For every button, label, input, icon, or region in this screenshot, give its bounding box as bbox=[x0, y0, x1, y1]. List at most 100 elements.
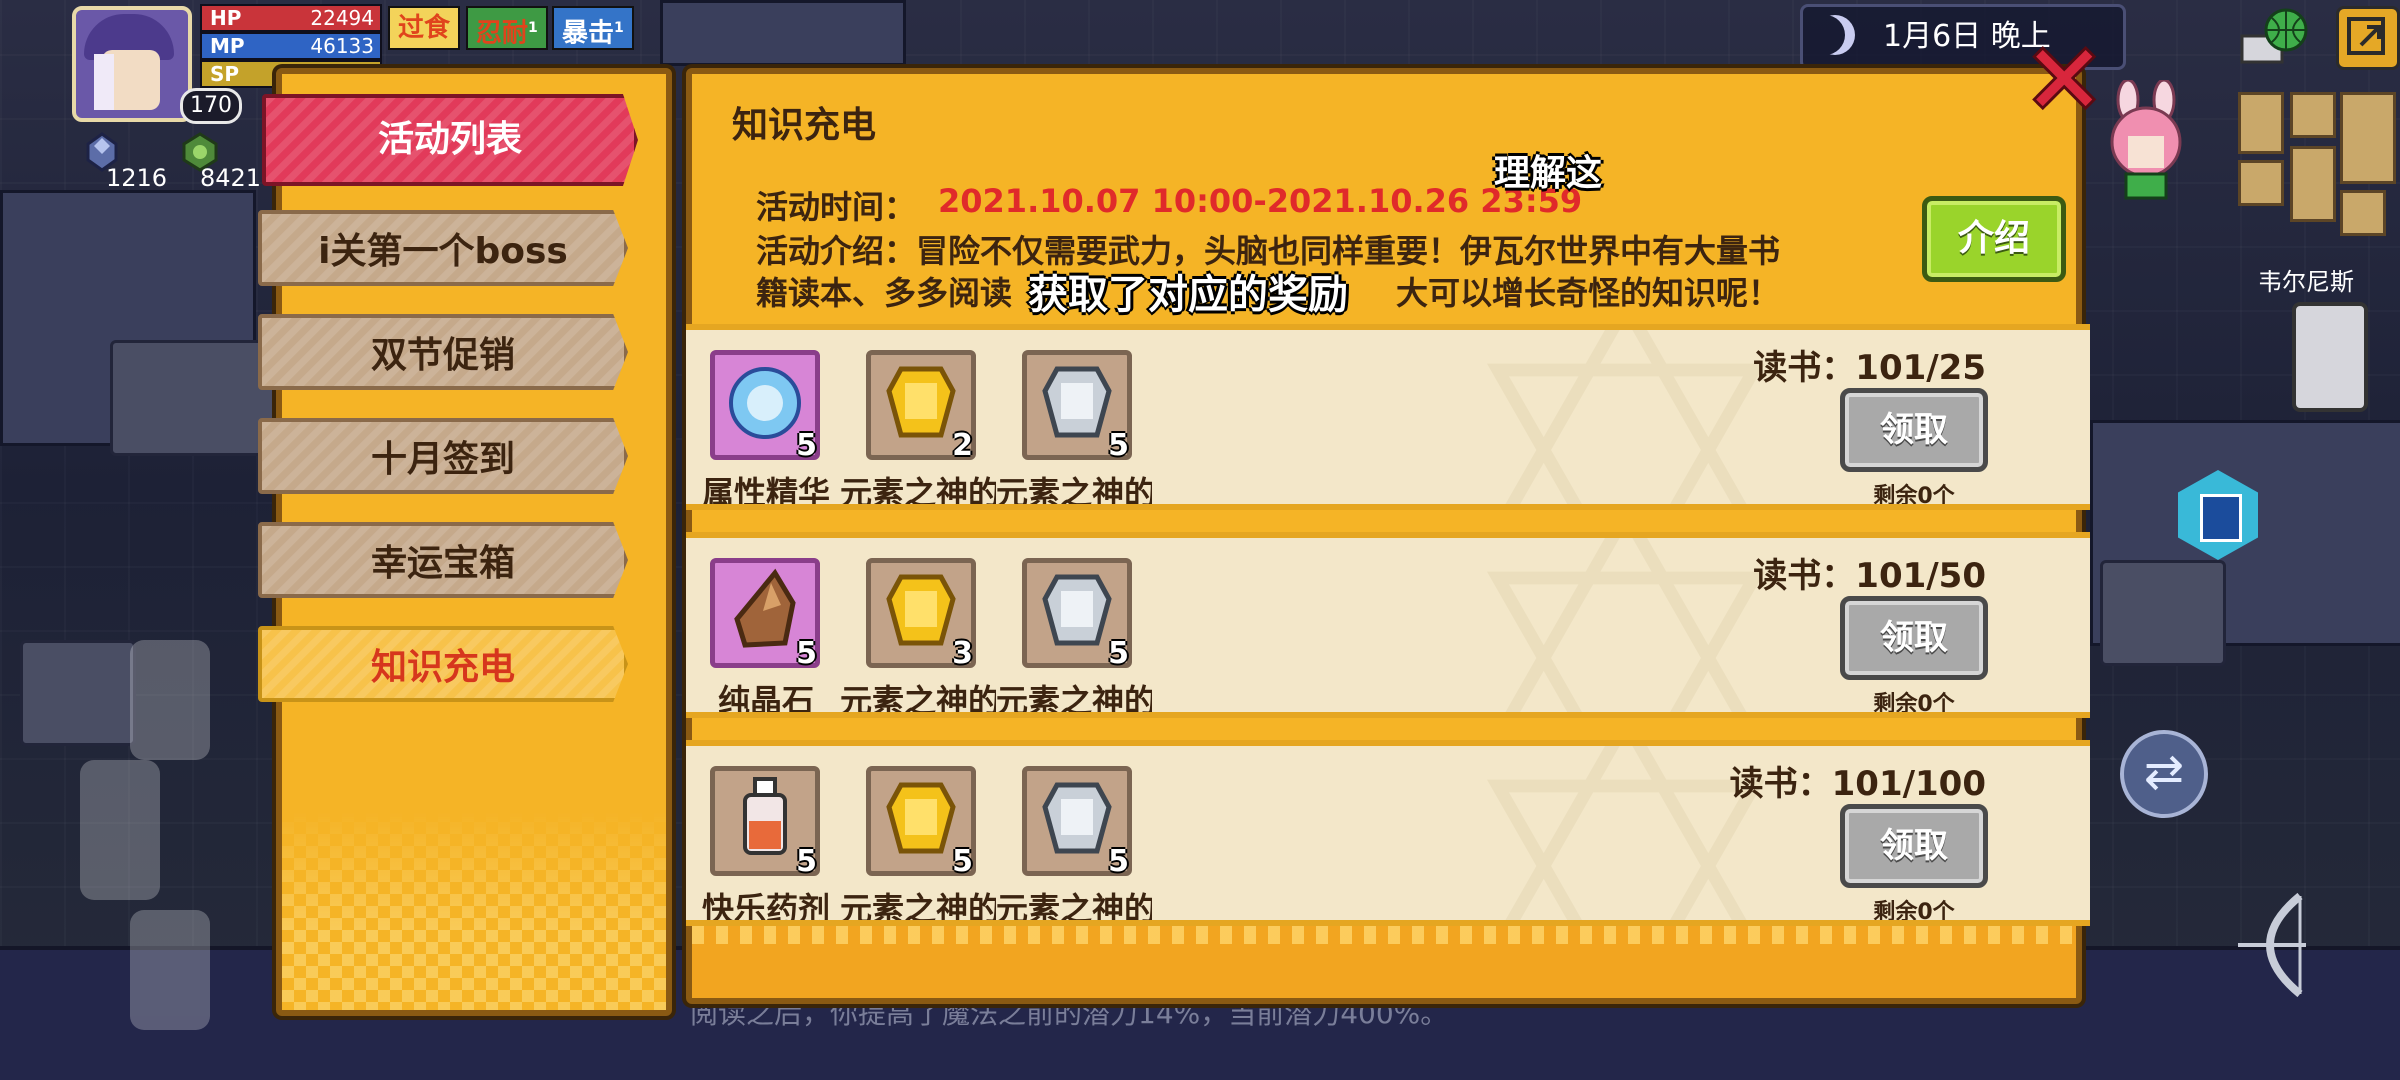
buff-crit-count: 1 bbox=[614, 20, 624, 36]
reward-name: 纯晶石 bbox=[717, 682, 814, 718]
menu-item-label: 双节促销 bbox=[370, 335, 515, 376]
reward-count: 2 bbox=[952, 428, 973, 463]
menu-header-label: 活动列表 bbox=[377, 119, 522, 160]
background-bench bbox=[110, 340, 276, 456]
moon-icon bbox=[1815, 15, 1855, 55]
event-time-value: 2021.10.07 10:00-2021.10.26 23:59 bbox=[938, 182, 1583, 220]
buff-endure[interactable]: 忍耐1 bbox=[466, 6, 548, 50]
network-globe-icon[interactable] bbox=[2240, 6, 2310, 66]
minimap-room bbox=[2340, 190, 2386, 236]
menu-item-label: i关第一个boss bbox=[318, 231, 568, 272]
event-time-label: 活动时间： bbox=[756, 188, 917, 226]
hp-label: HP bbox=[210, 6, 242, 30]
hp-bar: HP 22494 bbox=[200, 4, 382, 32]
reward-name: 元素之神的 bbox=[840, 474, 996, 510]
reward-slot[interactable]: 5 bbox=[1022, 558, 1132, 671]
reward-count: 3 bbox=[952, 636, 973, 671]
background-wall bbox=[660, 0, 906, 66]
buff-endure-label: 忍耐 bbox=[476, 18, 529, 49]
crystal-count: 1216 bbox=[106, 164, 168, 192]
gem-count: 8421 bbox=[200, 164, 262, 192]
remaining-count: 剩余0个 bbox=[1873, 484, 1955, 509]
task-progress: 读书：101/25 bbox=[1753, 348, 1986, 388]
minimap-room bbox=[2290, 92, 2336, 138]
reward-count: 5 bbox=[796, 844, 817, 879]
reward-slot[interactable]: 2 bbox=[866, 350, 976, 463]
level-badge: 170 bbox=[180, 88, 242, 124]
reward-slot[interactable]: 3 bbox=[866, 558, 976, 671]
reward-name: 元素之神的 bbox=[996, 474, 1152, 510]
buff-crit[interactable]: 暴击1 bbox=[552, 6, 634, 50]
intro-button[interactable]: 介绍 bbox=[1922, 196, 2066, 282]
menu-item-october-checkin[interactable]: 十月签到 bbox=[258, 418, 628, 494]
mp-value: 46133 bbox=[310, 34, 374, 58]
reward-count: 5 bbox=[952, 844, 973, 879]
buff-overeat-label: 过食 bbox=[398, 13, 451, 43]
buff-crit-label: 暴击 bbox=[562, 18, 615, 49]
task-row: 5 快乐药剂 5 元素之神的 5 元素之神的 读书：101/100 领取 剩余0… bbox=[686, 740, 2090, 926]
claim-button[interactable]: 领取 bbox=[1840, 388, 1988, 472]
reward-slot[interactable]: 5 bbox=[1022, 766, 1132, 879]
claim-button[interactable]: 领取 bbox=[1840, 804, 1988, 888]
dpad-up[interactable] bbox=[130, 640, 210, 760]
dpad-down[interactable] bbox=[130, 910, 210, 1030]
panel-bottom-trim bbox=[692, 926, 2076, 998]
reward-count: 5 bbox=[1108, 428, 1129, 463]
star-watermark-icon bbox=[1486, 330, 1766, 504]
menu-header-event-list: 活动列表 bbox=[262, 94, 638, 186]
phone-icon[interactable] bbox=[2292, 302, 2368, 412]
video-subtitle-middle: 获取了对应的奖励 bbox=[1028, 272, 1348, 318]
close-icon[interactable]: ✕ bbox=[2024, 32, 2104, 128]
star-watermark-icon bbox=[1486, 538, 1766, 712]
reward-slot[interactable]: 5 bbox=[710, 350, 820, 463]
reward-slot[interactable]: 5 bbox=[710, 766, 820, 879]
menu-item-label: 知识充电 bbox=[370, 647, 515, 688]
minimap-room bbox=[2238, 92, 2284, 154]
reward-count: 5 bbox=[796, 428, 817, 463]
reward-name: 快乐药剂 bbox=[701, 890, 830, 926]
minimap-room bbox=[2290, 146, 2336, 222]
reward-count: 5 bbox=[1108, 636, 1129, 671]
avatar-hair bbox=[94, 54, 114, 110]
task-progress: 读书：101/50 bbox=[1753, 556, 1986, 596]
menu-item-lucky-chest[interactable]: 幸运宝箱 bbox=[258, 522, 628, 598]
swap-weapon-button[interactable]: ⇄ bbox=[2120, 730, 2208, 818]
reward-name: 属性精华 bbox=[701, 474, 830, 510]
npc-name-label: 韦尔尼斯 bbox=[2258, 268, 2354, 296]
dpad-left[interactable] bbox=[80, 760, 160, 900]
remaining-count: 剩余0个 bbox=[1873, 692, 1955, 717]
menu-item-first-boss[interactable]: i关第一个boss bbox=[258, 210, 628, 286]
npc-bunny-girl-icon[interactable] bbox=[2098, 80, 2196, 200]
buff-endure-count: 1 bbox=[528, 20, 538, 36]
reward-name: 元素之神的 bbox=[996, 890, 1152, 926]
menu-item-double-festival-sale[interactable]: 双节促销 bbox=[258, 314, 628, 390]
menu-item-knowledge-charge[interactable]: 知识充电 bbox=[258, 626, 628, 702]
minimap-room bbox=[2238, 160, 2284, 206]
reward-name: 元素之神的 bbox=[840, 890, 996, 926]
fullscreen-button[interactable] bbox=[2336, 6, 2400, 70]
mp-bar: MP 46133 bbox=[200, 32, 382, 60]
video-subtitle-top: 理解这 bbox=[1494, 153, 1603, 194]
background-bench bbox=[2100, 560, 2226, 666]
reward-count: 5 bbox=[796, 636, 817, 671]
reward-count: 5 bbox=[1108, 844, 1129, 879]
event-title: 知识充电 bbox=[732, 105, 877, 146]
buff-overeat[interactable]: 过食 bbox=[388, 6, 461, 50]
task-row: 5 纯晶石 3 元素之神的 5 元素之神的 读书：101/50 领取 剩余0个 bbox=[686, 532, 2090, 718]
reward-slot[interactable]: 5 bbox=[866, 766, 976, 879]
mp-label: MP bbox=[210, 34, 245, 58]
menu-item-label: 幸运宝箱 bbox=[370, 543, 515, 584]
reward-slot[interactable]: 5 bbox=[1022, 350, 1132, 463]
task-progress: 读书：101/100 bbox=[1729, 764, 1986, 804]
minimap-room bbox=[2340, 92, 2396, 184]
panel-pattern bbox=[282, 810, 666, 1010]
virtual-dpad[interactable] bbox=[80, 640, 260, 1040]
claim-button[interactable]: 领取 bbox=[1840, 596, 1988, 680]
expand-icon bbox=[2347, 17, 2385, 55]
reward-slot[interactable]: 5 bbox=[710, 558, 820, 671]
bow-weapon-icon[interactable] bbox=[2230, 890, 2320, 1000]
sp-label: SP bbox=[210, 62, 240, 86]
hp-value: 22494 bbox=[310, 6, 374, 30]
player-avatar[interactable] bbox=[72, 6, 192, 122]
reward-name: 元素之神的 bbox=[840, 682, 996, 718]
